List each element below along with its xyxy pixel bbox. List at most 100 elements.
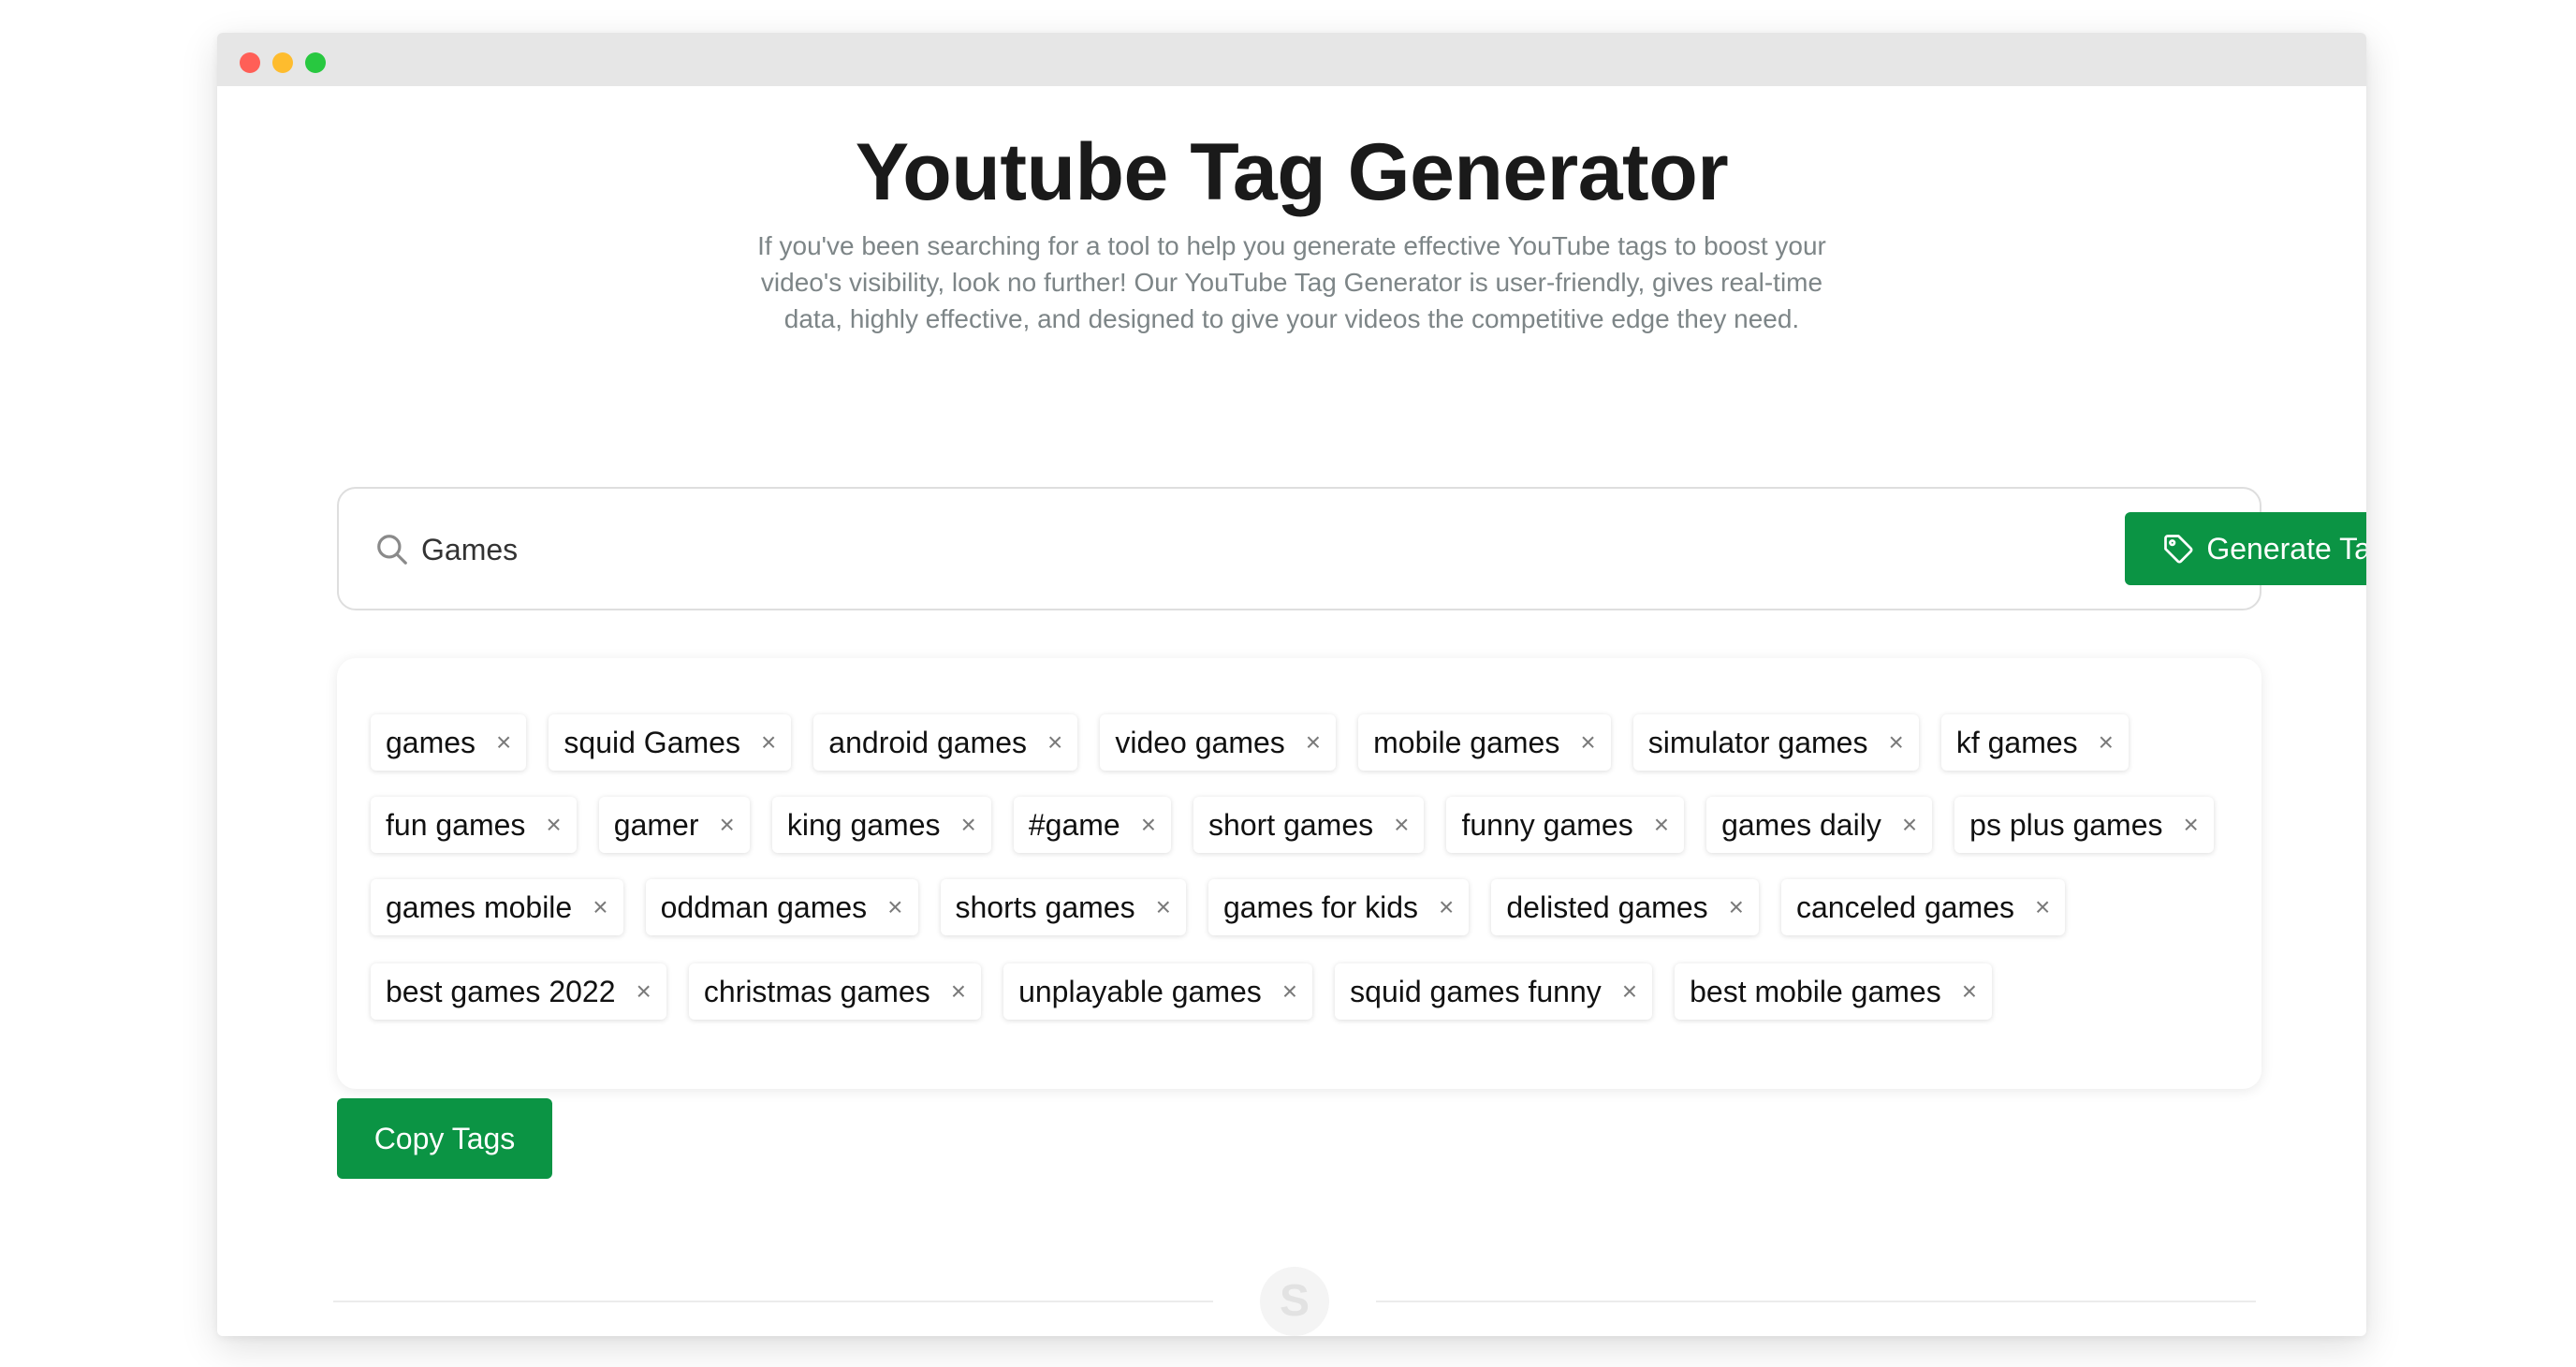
remove-tag-icon[interactable]: × bbox=[951, 977, 966, 1007]
copy-tags-button[interactable]: Copy Tags bbox=[337, 1098, 552, 1179]
remove-tag-icon[interactable]: × bbox=[1962, 977, 1977, 1007]
close-window-button[interactable] bbox=[240, 52, 260, 73]
remove-tag-icon[interactable]: × bbox=[1580, 728, 1595, 757]
minimize-window-button[interactable] bbox=[272, 52, 293, 73]
remove-tag-icon[interactable]: × bbox=[1902, 810, 1917, 840]
remove-tag-icon[interactable]: × bbox=[1047, 728, 1062, 757]
tag-chip: ps plus games × bbox=[1954, 797, 2214, 853]
tag-chip: games mobile × bbox=[371, 879, 623, 935]
tag-label: canceled games bbox=[1795, 889, 2014, 924]
tag-chip: gamer × bbox=[598, 797, 750, 853]
tag-chip: short games × bbox=[1193, 797, 1425, 853]
tag-chip: squid Games × bbox=[549, 714, 792, 771]
tag-chip: games for kids × bbox=[1208, 879, 1470, 935]
tag-chip: games daily × bbox=[1706, 797, 1933, 853]
tag-label: android games bbox=[828, 725, 1027, 759]
tag-chip: christmas games × bbox=[688, 963, 982, 1020]
page-title: Youtube Tag Generator bbox=[855, 127, 1729, 217]
tag-chip: king games × bbox=[771, 797, 991, 853]
footer-divider bbox=[333, 1301, 1213, 1302]
tag-label: shorts games bbox=[955, 889, 1135, 924]
generate-tags-button[interactable]: Generate Tags bbox=[2125, 512, 2366, 585]
tag-label: squid Games bbox=[564, 725, 740, 759]
search-bar: Generate Tags bbox=[337, 487, 2366, 610]
tag-chip: best games 2022 × bbox=[371, 963, 666, 1020]
tag-label: delisted games bbox=[1506, 889, 1708, 924]
tag-chip: delisted games × bbox=[1491, 879, 1759, 935]
remove-tag-icon[interactable]: × bbox=[1156, 892, 1171, 922]
footer-logo: S bbox=[1260, 1267, 1329, 1336]
tag-chip: best mobile games × bbox=[1675, 963, 1993, 1020]
tag-label: games bbox=[386, 725, 476, 759]
tag-label: best mobile games bbox=[1690, 974, 1941, 1008]
tag-chip: android games × bbox=[813, 714, 1078, 771]
tag-chip: funny games × bbox=[1446, 797, 1685, 853]
tag-chip: fun games × bbox=[371, 797, 577, 853]
maximize-window-button[interactable] bbox=[305, 52, 326, 73]
tag-label: squid games funny bbox=[1350, 974, 1602, 1008]
tag-label: games mobile bbox=[386, 889, 573, 924]
remove-tag-icon[interactable]: × bbox=[761, 728, 776, 757]
tag-row: games mobile × oddman games × shorts games × g… bbox=[371, 879, 2066, 935]
remove-tag-icon[interactable]: × bbox=[1439, 892, 1454, 922]
tag-label: games for kids bbox=[1222, 889, 1419, 924]
tag-label: best games 2022 bbox=[386, 974, 616, 1008]
remove-tag-icon[interactable]: × bbox=[887, 892, 902, 922]
tag-chip: games × bbox=[371, 714, 527, 771]
tag-icon bbox=[2164, 535, 2193, 564]
tag-row: best games 2022 × christmas games × unplayab… bbox=[371, 963, 1993, 1020]
remove-tag-icon[interactable]: × bbox=[719, 810, 734, 840]
tag-chip: kf games × bbox=[1940, 714, 2129, 771]
tag-label: oddman games bbox=[660, 889, 868, 924]
tag-row: games × squid Games × android games × video ga… bbox=[371, 714, 2129, 771]
remove-tag-icon[interactable]: × bbox=[1729, 892, 1744, 922]
remove-tag-icon[interactable]: × bbox=[1141, 810, 1156, 840]
remove-tag-icon[interactable]: × bbox=[1282, 977, 1297, 1007]
tag-chip: squid games funny × bbox=[1335, 963, 1653, 1020]
generate-tags-label: Generate Tags bbox=[2206, 531, 2366, 566]
tag-label: games daily bbox=[1721, 807, 1881, 842]
remove-tag-icon[interactable]: × bbox=[1306, 728, 1321, 757]
page-intro: If you've been searching for a tool to h… bbox=[757, 231, 1826, 333]
tag-label: simulator games bbox=[1647, 725, 1868, 759]
remove-tag-icon[interactable]: × bbox=[1654, 810, 1669, 840]
tag-label: fun games bbox=[386, 807, 526, 842]
remove-tag-icon[interactable]: × bbox=[2099, 728, 2114, 757]
remove-tag-icon[interactable]: × bbox=[546, 810, 561, 840]
tag-label: video games bbox=[1115, 725, 1285, 759]
tag-label: mobile games bbox=[1373, 725, 1560, 759]
remove-tag-icon[interactable]: × bbox=[2184, 810, 2199, 840]
remove-tag-icon[interactable]: × bbox=[1394, 810, 1409, 840]
tag-row: fun games × gamer × king games × #game × short g… bbox=[371, 797, 2214, 853]
tag-label: gamer bbox=[613, 807, 699, 842]
tag-chip: oddman games × bbox=[645, 879, 918, 935]
tag-label: #game bbox=[1028, 807, 1120, 842]
tag-label: ps plus games bbox=[1969, 807, 2163, 842]
remove-tag-icon[interactable]: × bbox=[637, 977, 651, 1007]
browser-window: Youtube Tag Generator If you've been sea… bbox=[217, 33, 2366, 1336]
tag-label: unplayable games bbox=[1018, 974, 1262, 1008]
keyword-input[interactable] bbox=[421, 522, 1825, 577]
tag-label: short games bbox=[1208, 807, 1374, 842]
remove-tag-icon[interactable]: × bbox=[496, 728, 511, 757]
tag-chip: shorts games × bbox=[940, 879, 1186, 935]
remove-tag-icon[interactable]: × bbox=[593, 892, 607, 922]
tag-chip: simulator games × bbox=[1632, 714, 1919, 771]
window-titlebar bbox=[217, 33, 2366, 86]
footer-divider bbox=[1376, 1301, 2256, 1302]
tag-label: christmas games bbox=[703, 974, 930, 1008]
tag-label: kf games bbox=[1955, 725, 2078, 759]
search-icon bbox=[377, 535, 407, 565]
tag-chip: video games × bbox=[1100, 714, 1337, 771]
tag-chip: mobile games × bbox=[1358, 714, 1611, 771]
tag-label: funny games bbox=[1461, 807, 1633, 842]
remove-tag-icon[interactable]: × bbox=[2035, 892, 2050, 922]
tags-panel: games × squid Games × android games × video ga… bbox=[337, 658, 2261, 1089]
tag-chip: unplayable games × bbox=[1003, 963, 1313, 1020]
tag-chip: canceled games × bbox=[1780, 879, 2066, 935]
remove-tag-icon[interactable]: × bbox=[1888, 728, 1903, 757]
tag-chip: #game × bbox=[1013, 797, 1172, 853]
remove-tag-icon[interactable]: × bbox=[1622, 977, 1637, 1007]
tag-label: king games bbox=[786, 807, 941, 842]
remove-tag-icon[interactable]: × bbox=[960, 810, 975, 840]
